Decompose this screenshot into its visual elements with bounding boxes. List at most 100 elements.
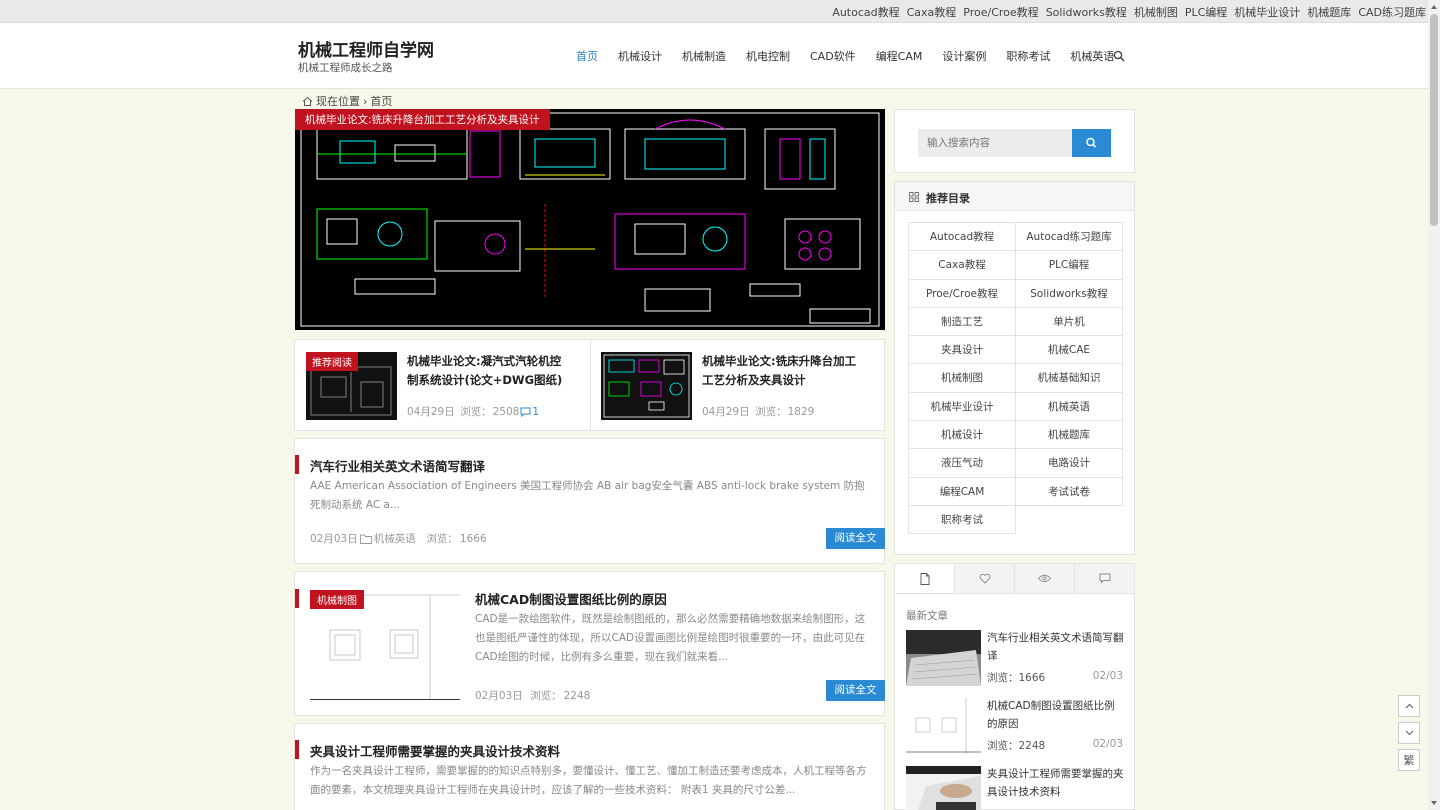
tab-comments[interactable] [1075,564,1134,593]
article-card: 汽车行业相关英文术语简写翻译 AAE American Association … [294,438,885,564]
catalog-item[interactable]: 单片机 [1015,306,1123,337]
catalog-item[interactable]: 机械制图 [908,363,1016,393]
top-link[interactable]: 机械毕业设计 [1234,4,1300,20]
views-label: 浏览： [530,690,562,702]
catalog-item[interactable]: 机械毕业设计 [908,391,1016,422]
catalog-item[interactable]: 机械CAE [1015,335,1123,365]
read-more-button[interactable]: 阅读全文 [826,680,885,701]
scrollbar-thumb[interactable] [1430,14,1438,226]
nav-item[interactable]: 机械英语 [1070,48,1114,64]
hero-tag[interactable]: 机械毕业论文:铣床升降台加工工艺分析及夹具设计 [295,109,550,130]
catalog-item[interactable]: Caxa教程 [908,250,1016,280]
page-scrollbar[interactable] [1428,0,1440,810]
title-accent-bar [295,455,299,474]
nav-item[interactable]: 机械制造 [682,48,726,64]
latest-item[interactable]: 汽车行业相关英文术语简写翻译 浏览：1666 02/03 [906,630,1126,690]
top-bar: Autocad教程 Caxa教程 Proe/Croe教程 Solidworks教… [0,0,1428,23]
hero-slide[interactable]: 机械毕业论文:铣床升降台加工工艺分析及夹具设计 [295,109,885,330]
site-title[interactable]: 机械工程师自学网 [298,36,434,61]
catalog-item[interactable]: 机械设计 [908,420,1016,450]
recommend-item[interactable]: 机械毕业论文:铣床升降台加工工艺分析及夹具设计 04月29日 浏览： 1829 [590,352,880,422]
latest-item[interactable]: 夹具设计工程师需要掌握的夹具设计技术资料 [906,766,1126,810]
search-icon [1086,137,1097,148]
nav-item[interactable]: 职称考试 [1006,48,1050,64]
scroll-bottom-button[interactable] [1398,722,1420,744]
latest-title[interactable]: 汽车行业相关英文术语简写翻译 [987,629,1124,665]
recommend-item[interactable]: 推荐阅读 机械毕业论文:凝汽式汽轮机控制系统设计(论文+DWG图纸) 04月29… [295,352,585,422]
catalog-item[interactable]: 制造工艺 [908,306,1016,337]
catalog-item[interactable]: 职称考试 [908,504,1016,535]
nav-item[interactable]: 设计案例 [942,48,986,64]
catalog-item[interactable]: Proe/Croe教程 [908,278,1016,308]
latest-views: 浏览：1666 [987,672,1046,684]
traditional-chinese-toggle[interactable]: 繁 [1398,749,1420,771]
category-link[interactable]: 机械英语 [374,531,416,546]
catalog-item[interactable]: PLC编程 [1015,250,1123,280]
latest-title[interactable]: 夹具设计工程师需要掌握的夹具设计技术资料 [987,765,1124,801]
catalog-item[interactable]: 机械基础知识 [1015,363,1123,393]
recommend-title[interactable]: 机械毕业论文:铣床升降台加工工艺分析及夹具设计 [702,352,867,390]
top-link[interactable]: PLC编程 [1185,4,1227,20]
catalog-grid: Autocad教程 Autocad练习题库 Caxa教程 PLC编程 Proe/… [908,222,1123,535]
search-input[interactable] [918,129,1072,157]
views-count: 1666 [459,532,487,545]
article-title[interactable]: 夹具设计工程师需要掌握的夹具设计技术资料 [310,741,560,760]
read-more-button[interactable]: 阅读全文 [826,528,885,549]
laptop-photo [906,630,981,686]
breadcrumb-current[interactable]: 首页 [370,93,392,109]
catalog-item[interactable]: Solidworks教程 [1015,278,1123,308]
views-count: 2508 [492,405,520,418]
views-count: 2248 [563,689,591,702]
recommend-title[interactable]: 机械毕业论文:凝汽式汽轮机控制系统设计(论文+DWG图纸) [407,352,572,390]
comment-icon [520,407,531,417]
grid-icon [909,192,919,202]
latest-title[interactable]: 机械CAD制图设置图纸比例的原因 [987,697,1124,733]
tab-most-viewed[interactable] [1015,564,1075,593]
recommend-thumbnail[interactable] [601,352,692,420]
top-link[interactable]: Solidworks教程 [1046,4,1127,20]
top-link[interactable]: 机械题库 [1307,4,1351,20]
catalog-item[interactable]: 考试试卷 [1015,476,1123,506]
scroll-top-button[interactable] [1398,695,1420,717]
top-link[interactable]: 机械制图 [1134,4,1178,20]
latest-item[interactable]: 机械CAD制图设置图纸比例的原因 浏览：2248 02/03 [906,698,1126,758]
latest-thumbnail[interactable] [906,766,981,810]
catalog-item[interactable]: 机械题库 [1015,420,1123,450]
search-icon[interactable] [1113,50,1125,62]
catalog-item[interactable]: Autocad练习题库 [1015,222,1123,252]
recommend-meta: 04月29日 浏览： 1829 [702,404,814,419]
article-title[interactable]: 机械CAD制图设置图纸比例的原因 [475,589,667,608]
article-excerpt: CAD是一款绘图软件，既然是绘制图纸的，那么必然需要精确地数据来绘制图形，这也是… [475,613,866,663]
top-link[interactable]: CAD练习题库 [1358,4,1426,20]
tab-popular[interactable] [955,564,1015,593]
nav-item-home[interactable]: 首页 [576,48,598,64]
article-category-tag[interactable]: 机械制图 [310,590,364,609]
comment-icon [1099,573,1110,584]
latest-date: 02/03 [1092,670,1123,682]
search-button[interactable] [1072,129,1111,157]
catalog-item[interactable]: 电路设计 [1015,448,1123,478]
nav-item[interactable]: 编程CAM [876,48,923,64]
recommend-thumbnail[interactable]: 推荐阅读 [306,352,397,420]
top-link[interactable]: Caxa教程 [907,4,957,20]
site-header: 机械工程师自学网 机械工程师成长之路 首页 机械设计 机械制造 机电控制 CAD… [0,23,1428,89]
scroll-up-arrow-icon[interactable] [1428,1,1440,13]
catalog-item[interactable]: 夹具设计 [908,335,1016,365]
nav-item[interactable]: CAD软件 [810,48,856,64]
scroll-down-arrow-icon[interactable] [1428,797,1440,809]
catalog-item[interactable]: Autocad教程 [908,222,1016,252]
catalog-item[interactable]: 编程CAM [908,476,1016,506]
latest-thumbnail[interactable] [906,698,981,754]
date: 02月03日 [310,533,358,545]
nav-item[interactable]: 机械设计 [618,48,662,64]
top-link[interactable]: Autocad教程 [832,4,899,20]
top-link[interactable]: Proe/Croe教程 [963,4,1038,20]
latest-thumbnail[interactable] [906,630,981,686]
catalog-item[interactable]: 机械英语 [1015,391,1123,422]
catalog-item[interactable]: 液压气动 [908,448,1016,478]
article-title[interactable]: 汽车行业相关英文术语简写翻译 [310,456,485,475]
tab-latest[interactable] [895,564,955,593]
comment-count[interactable]: 1 [532,406,539,418]
nav-item[interactable]: 机电控制 [746,48,790,64]
eye-icon [1038,574,1051,583]
